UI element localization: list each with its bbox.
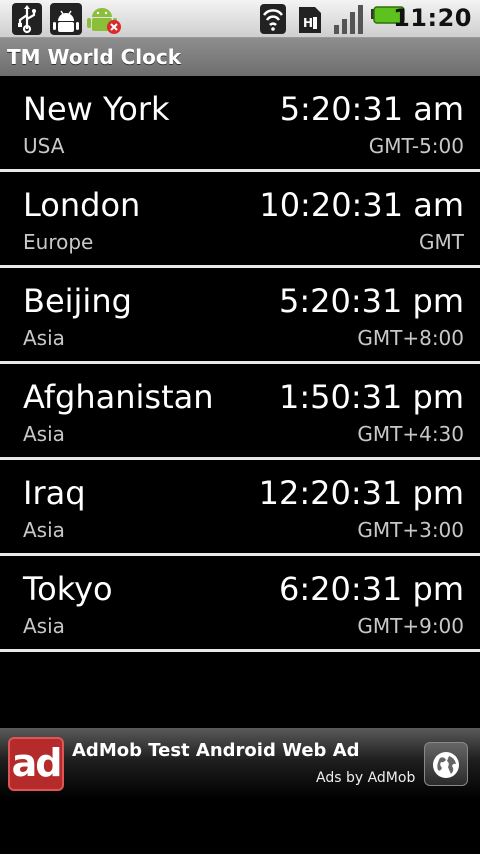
admob-logo-text: ad bbox=[11, 741, 63, 785]
region-name: Asia bbox=[23, 422, 65, 446]
ad-banner[interactable]: ad AdMob Test Android Web Ad Ads by AdMo… bbox=[0, 728, 480, 800]
app-title: TM World Clock bbox=[7, 45, 182, 69]
globe-icon[interactable] bbox=[424, 742, 468, 786]
svg-text:H: H bbox=[303, 16, 313, 30]
clock-row-tokyo[interactable]: Tokyo Asia 6:20:31 pm GMT+9:00 bbox=[0, 556, 480, 652]
wifi-icon bbox=[260, 3, 286, 35]
city-time: 1:50:31 pm bbox=[278, 378, 464, 416]
gmt-offset: GMT+8:00 bbox=[357, 326, 464, 350]
usb-icon bbox=[12, 3, 42, 35]
clock-row-iraq[interactable]: Iraq Asia 12:20:31 pm GMT+3:00 bbox=[0, 460, 480, 556]
region-name: Asia bbox=[23, 326, 65, 350]
sim-icon: H bbox=[296, 3, 324, 35]
city-name: London bbox=[23, 186, 141, 224]
city-name: Afghanistan bbox=[23, 378, 214, 416]
clock-list: New York USA 5:20:31 am GMT-5:00 London … bbox=[0, 76, 480, 652]
gmt-offset: GMT+3:00 bbox=[357, 518, 464, 542]
ad-attribution: Ads by AdMob bbox=[316, 770, 416, 786]
region-name: Asia bbox=[23, 614, 65, 638]
signal-icon bbox=[333, 3, 365, 35]
region-name: USA bbox=[23, 134, 65, 158]
debug-icon bbox=[50, 3, 82, 35]
region-name: Asia bbox=[23, 518, 65, 542]
gmt-offset: GMT-5:00 bbox=[368, 134, 464, 158]
status-clock: 11:20 bbox=[393, 4, 472, 32]
city-time: 12:20:31 pm bbox=[258, 474, 464, 512]
city-name: New York bbox=[23, 90, 170, 128]
region-name: Europe bbox=[23, 230, 94, 254]
clock-row-london[interactable]: London Europe 10:20:31 am GMT bbox=[0, 172, 480, 268]
gmt-offset: GMT+9:00 bbox=[357, 614, 464, 638]
clock-row-beijing[interactable]: Beijing Asia 5:20:31 pm GMT+8:00 bbox=[0, 268, 480, 364]
clock-row-new-york[interactable]: New York USA 5:20:31 am GMT-5:00 bbox=[0, 76, 480, 172]
admob-logo: ad bbox=[8, 737, 64, 791]
city-name: Iraq bbox=[23, 474, 86, 512]
city-name: Tokyo bbox=[23, 570, 113, 608]
status-bar: H 11:20 bbox=[0, 0, 480, 38]
ad-title: AdMob Test Android Web Ad bbox=[72, 740, 360, 761]
city-time: 6:20:31 pm bbox=[278, 570, 464, 608]
android-warning-icon bbox=[86, 3, 122, 35]
app-titlebar: TM World Clock bbox=[0, 38, 480, 76]
gmt-offset: GMT+4:30 bbox=[357, 422, 464, 446]
city-time: 5:20:31 am bbox=[279, 90, 464, 128]
city-name: Beijing bbox=[23, 282, 132, 320]
city-time: 10:20:31 am bbox=[259, 186, 464, 224]
city-time: 5:20:31 pm bbox=[278, 282, 464, 320]
clock-row-afghanistan[interactable]: Afghanistan Asia 1:50:31 pm GMT+4:30 bbox=[0, 364, 480, 460]
gmt-offset: GMT bbox=[419, 230, 464, 254]
